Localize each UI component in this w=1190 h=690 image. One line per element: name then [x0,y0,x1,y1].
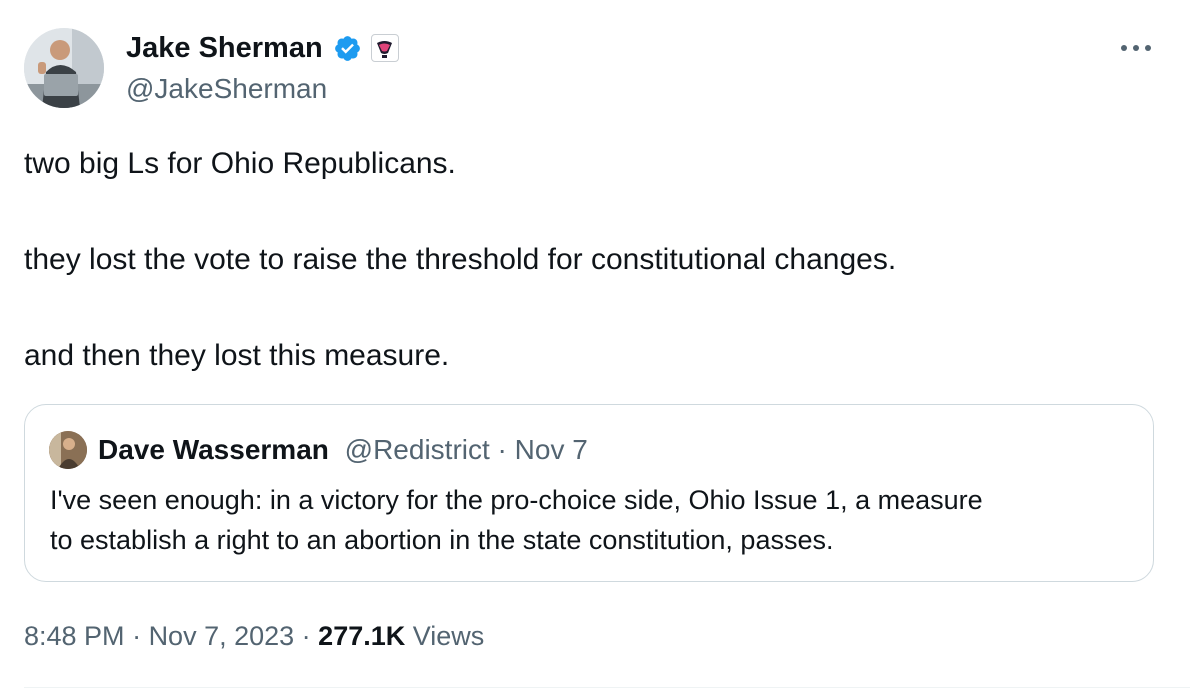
author-name[interactable]: Jake Sherman [126,30,323,66]
footer-separator: · [294,621,319,651]
tweet-text-line: they lost the vote to raise the threshol… [24,243,897,276]
affiliation-badge-icon[interactable] [370,34,399,62]
tweet-text-line: two big Ls for Ohio Republicans. [24,147,456,180]
views-label[interactable]: Views [405,621,485,651]
quoted-author-avatar-image [49,431,87,469]
views-count[interactable]: 277.1K [318,621,405,651]
author-name-row[interactable]: Jake Sherman [126,30,399,66]
tweet-card: Jake Sherman @JakeSherman two big Ls for… [0,0,1190,690]
quoted-author-name[interactable]: Dave Wasserman [98,434,329,465]
quoted-author-avatar[interactable] [49,431,87,469]
verified-badge-icon [334,35,360,61]
more-options-icon[interactable] [1118,36,1154,60]
tweet-metadata: 8:48 PM · Nov 7, 2023 · 277.1K Views [24,618,484,654]
quoted-tweet-date[interactable]: Nov 7 [515,434,588,465]
author-avatar[interactable] [24,28,104,108]
tweet-time[interactable]: 8:48 PM [24,621,125,651]
author-handle[interactable]: @JakeSherman [126,71,327,107]
tweet-text-line: and then they lost this measure. [24,339,450,372]
quoted-tweet-text-line: to establish a right to an abortion in t… [50,525,834,555]
quoted-tweet-text-line: I've seen enough: in a victory for the p… [50,485,983,515]
tweet-date[interactable]: Nov 7, 2023 [149,621,295,651]
author-avatar-image [24,28,104,108]
footer-separator: · [124,621,149,651]
quoted-tweet[interactable]: Dave Wasserman @Redistrict · Nov 7 I've … [24,404,1154,582]
quoted-tweet-header: Dave Wasserman @Redistrict · Nov 7 [98,432,588,468]
divider [24,687,1190,688]
quoted-author-handle[interactable]: @Redistrict [345,434,490,465]
affiliation-logo-icon [376,41,392,58]
quoted-separator: · [489,434,515,465]
